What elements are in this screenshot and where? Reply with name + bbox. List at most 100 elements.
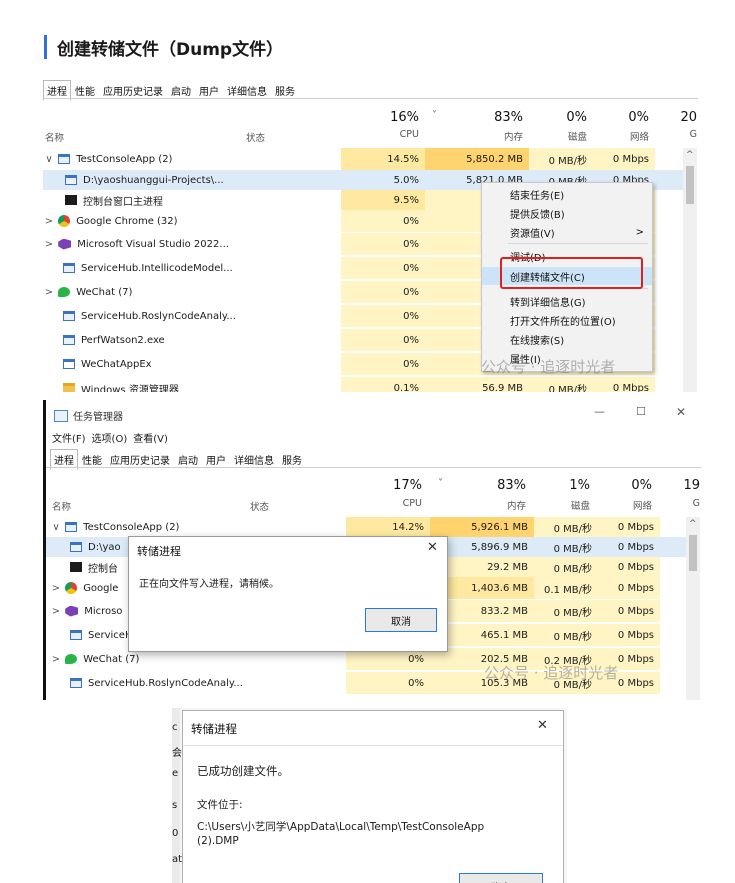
expand-chevron-icon[interactable]: > [50, 606, 62, 617]
menu-file[interactable]: 文件(F) [52, 430, 86, 445]
expand-chevron-icon[interactable]: > [50, 654, 62, 665]
memory-column-header[interactable]: 内存 [466, 498, 526, 512]
memory-value: 5,850.2 MB [425, 148, 529, 170]
disk-percent-header[interactable]: 0% [539, 110, 587, 125]
article-heading: 创建转储文件（Dump文件） [44, 32, 283, 62]
status-column-header[interactable]: 状态 [250, 499, 269, 513]
status-column-header[interactable]: 状态 [246, 130, 265, 144]
expand-chevron-icon[interactable]: > [50, 583, 62, 594]
network-value: 0 Mbps [598, 624, 660, 646]
scrollbar-thumb[interactable] [686, 166, 694, 204]
background-text-fragment: 会 [172, 748, 182, 759]
gpu-percent-header[interactable]: 19 [676, 478, 700, 493]
disk-percent-header[interactable]: 1% [542, 478, 590, 493]
menu-item-feedback[interactable]: 提供反馈(B) [482, 204, 652, 222]
sort-chevron-icon[interactable]: ˅ [432, 110, 437, 121]
cpu-value: 0% [341, 329, 425, 351]
dump-file-path-line-1: C:\Users\小艺同学\AppData\Local\Temp\TestCon… [197, 821, 485, 833]
vertical-scrollbar[interactable]: ^ [686, 517, 700, 700]
network-column-header[interactable]: 网络 [606, 498, 652, 512]
menu-item-end-task[interactable]: 结束任务(E) [482, 185, 652, 203]
dialog-close-button[interactable]: ✕ [537, 718, 548, 733]
cpu-value: 0.1% [341, 377, 425, 392]
name-column-header[interactable]: 名称 [52, 499, 71, 513]
network-column-header[interactable]: 网络 [603, 129, 649, 143]
console-icon [65, 195, 77, 205]
process-name: Google Chrome (32) [76, 215, 178, 227]
network-value: 0 Mbps [593, 148, 655, 170]
network-value: 0 Mbps [617, 541, 654, 553]
disk-value: 0.1 MB/秒 [534, 577, 598, 599]
highlight-box [500, 257, 643, 289]
process-name: Windows 资源管理器 [81, 384, 179, 393]
dump-file-path-line-2: (2).DMP [197, 835, 239, 847]
disk-value: 0 MB/秒 [534, 557, 598, 577]
memory-value: 56.9 MB [425, 377, 529, 392]
cpu-percent-header[interactable]: 16% [373, 110, 419, 125]
menu-view[interactable]: 查看(V) [133, 430, 168, 445]
network-value: 0 Mbps [598, 577, 660, 599]
process-name: ServiceH [88, 629, 133, 641]
minimize-button[interactable]: — [594, 405, 605, 418]
scrollbar-thumb[interactable] [689, 535, 697, 571]
chrome-icon [65, 582, 78, 594]
scroll-up-icon[interactable]: ^ [686, 150, 694, 160]
gpu-column-header[interactable]: G [676, 498, 700, 509]
process-name: D:\yao [88, 541, 121, 553]
name-column-header[interactable]: 名称 [45, 130, 64, 144]
cpu-value: 0% [341, 353, 425, 375]
network-percent-header[interactable]: 0% [606, 478, 652, 493]
app-window-icon [63, 311, 75, 321]
process-name: 控制台 [88, 563, 118, 575]
expand-chevron-icon[interactable]: > [43, 287, 55, 298]
table-row[interactable]: ∨ TestConsoleApp (2) 14.2% 5,926.1 MB 0 … [46, 517, 686, 537]
gpu-percent-header[interactable]: 20 [673, 110, 697, 125]
disk-value: 0 MB/秒 [529, 148, 593, 170]
cpu-column-header[interactable]: CPU [373, 129, 419, 140]
table-row[interactable]: ∨ TestConsoleApp (2) 14.5% 5,850.2 MB 0 … [43, 148, 683, 170]
expand-chevron-icon[interactable]: > [43, 239, 55, 250]
app-window-icon [63, 335, 75, 345]
memory-percent-header[interactable]: 83% [463, 110, 523, 125]
vertical-scrollbar[interactable]: ^ [683, 148, 697, 392]
network-percent-header[interactable]: 0% [603, 110, 649, 125]
app-window-icon [65, 175, 77, 185]
dialog-divider [183, 745, 563, 746]
menu-options[interactable]: 选项(O) [92, 430, 128, 445]
process-name: ServiceHub.IntellicodeModel... [81, 262, 233, 274]
process-name: TestConsoleApp (2) [83, 521, 180, 533]
cpu-value: 5.0% [393, 174, 419, 186]
cpu-column-header[interactable]: CPU [376, 498, 422, 509]
expand-chevron-icon[interactable]: > [43, 216, 55, 227]
table-row[interactable]: Windows 资源管理器 0.1% 56.9 MB 0 MB/秒 0 Mbps [43, 377, 683, 392]
menu-item-go-to-details[interactable]: 转到详细信息(G) [482, 292, 652, 310]
ok-button[interactable]: 确定 [459, 873, 543, 883]
scroll-up-icon[interactable]: ^ [689, 519, 697, 529]
sort-chevron-icon[interactable]: ˅ [438, 478, 443, 489]
memory-column-header[interactable]: 内存 [463, 129, 523, 143]
maximize-button[interactable]: ☐ [636, 405, 646, 418]
collapse-chevron-icon[interactable]: ∨ [43, 154, 55, 165]
wechat-icon [65, 654, 78, 664]
collapse-chevron-icon[interactable]: ∨ [50, 522, 62, 533]
cpu-percent-header[interactable]: 17% [376, 478, 422, 493]
memory-percent-header[interactable]: 83% [466, 478, 526, 493]
app-window-icon [63, 263, 75, 273]
watermark: 公众号 · 追逐时光者 [481, 358, 616, 376]
app-window-icon [58, 154, 71, 164]
close-button[interactable]: ✕ [676, 405, 686, 419]
disk-value: 0 MB/秒 [534, 600, 598, 622]
menu-item-search-online[interactable]: 在线搜索(S) [482, 330, 652, 348]
cpu-value: 0% [341, 233, 425, 255]
cpu-value: 0% [341, 210, 425, 232]
disk-column-header[interactable]: 磁盘 [539, 129, 587, 143]
gpu-column-header[interactable]: G [673, 129, 697, 140]
cancel-button[interactable]: 取消 [365, 608, 437, 632]
submenu-arrow-icon: > [635, 226, 644, 238]
disk-column-header[interactable]: 磁盘 [542, 498, 590, 512]
menu-item-open-file-location[interactable]: 打开文件所在的位置(O) [482, 311, 652, 329]
process-name: PerfWatson2.exe [81, 334, 165, 346]
dialog-close-button[interactable]: ✕ [427, 540, 438, 555]
menu-item-resource-values[interactable]: 资源值(V) > [482, 223, 652, 241]
background-text-fragment: s [172, 800, 178, 811]
